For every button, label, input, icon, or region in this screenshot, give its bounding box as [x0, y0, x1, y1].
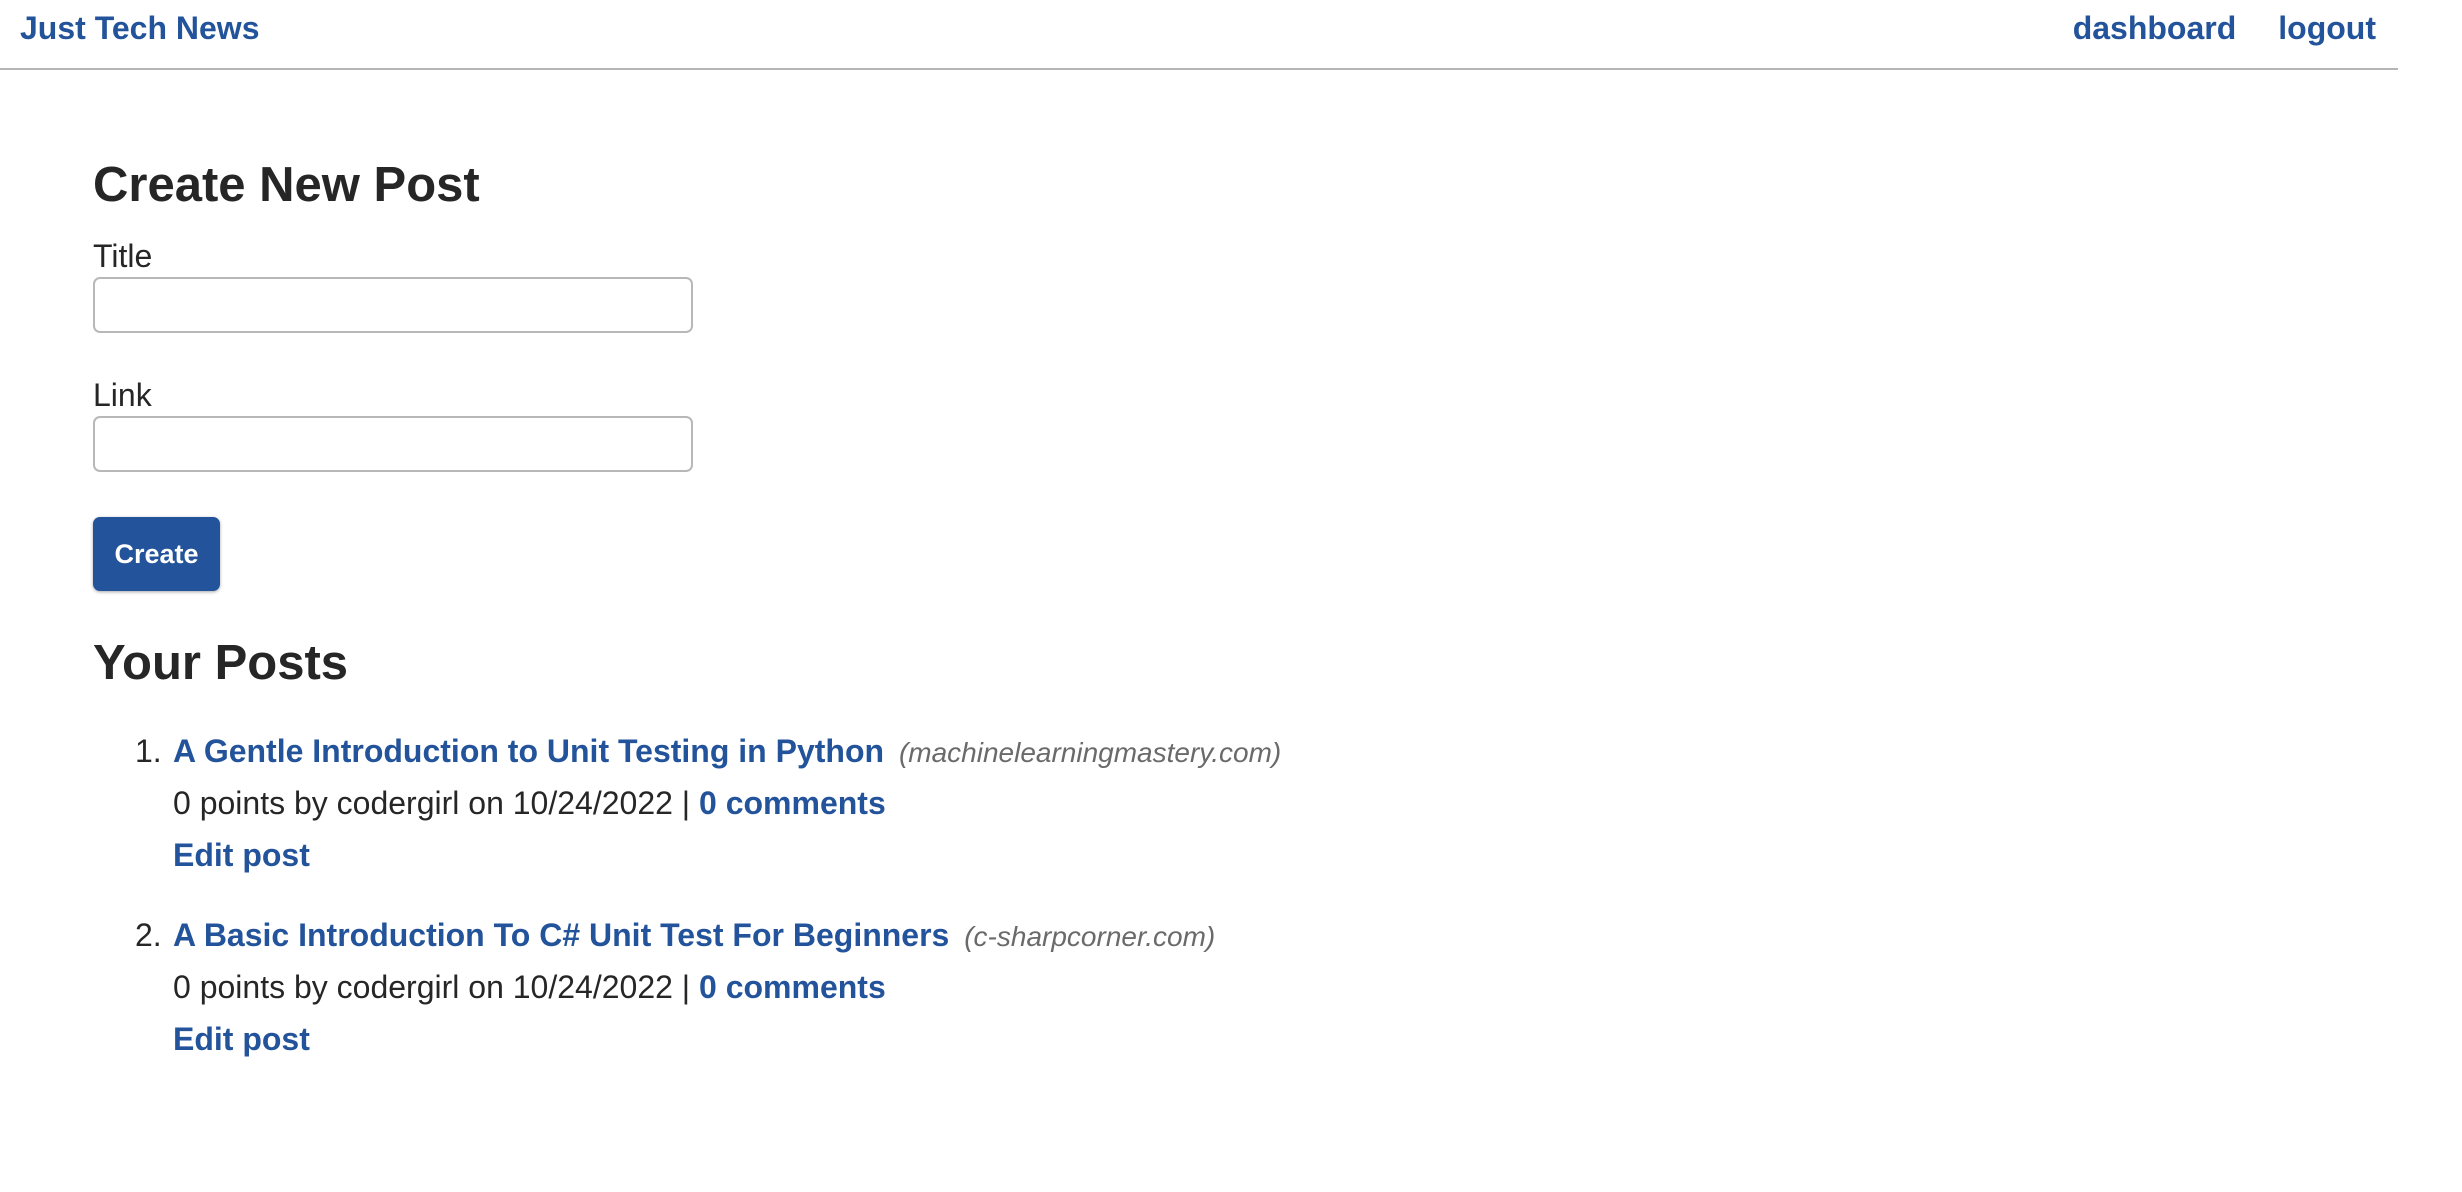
title-input[interactable] — [93, 277, 693, 333]
edit-post-link[interactable]: Edit post — [173, 1012, 310, 1066]
post-comments-link[interactable]: 0 comments — [699, 785, 886, 821]
post-title-link[interactable]: A Basic Introduction To C# Unit Test For… — [173, 917, 949, 953]
post-meta-text: 0 points by codergirl on 10/24/2022 | — [173, 969, 691, 1005]
post-title-line: A Basic Introduction To C# Unit Test For… — [173, 910, 1593, 962]
brand-link[interactable]: Just Tech News — [20, 8, 259, 48]
link-label: Link — [93, 377, 152, 413]
post-domain: (c-sharpcorner.com) — [964, 921, 1216, 952]
create-post-section: Create New Post Title Link Create — [93, 150, 1593, 591]
your-posts-section: Your Posts 1. A Gentle Introduction to U… — [93, 628, 1593, 1066]
post-meta: 0 points by codergirl on 10/24/2022 | 0 … — [173, 962, 1593, 1012]
post-list: 1. A Gentle Introduction to Unit Testing… — [93, 726, 1593, 1066]
create-button[interactable]: Create — [93, 517, 220, 591]
nav-logout-link[interactable]: logout — [2278, 8, 2376, 48]
create-post-heading: Create New Post — [93, 158, 480, 212]
post-item: 1. A Gentle Introduction to Unit Testing… — [93, 726, 1593, 882]
main-content: Create New Post Title Link Create Your P… — [93, 150, 1593, 1066]
post-meta-text: 0 points by codergirl on 10/24/2022 | — [173, 785, 691, 821]
post-domain: (machinelearningmastery.com) — [898, 737, 1282, 768]
top-nav: dashboard logout — [2073, 8, 2376, 48]
create-post-form: Title Link Create — [93, 237, 1593, 591]
post-number: 2. — [135, 917, 162, 953]
your-posts-heading: Your Posts — [93, 636, 349, 690]
site-header: Just Tech News dashboard logout — [0, 0, 2398, 70]
edit-post-link[interactable]: Edit post — [173, 828, 310, 882]
title-label: Title — [93, 238, 153, 274]
post-title-link[interactable]: A Gentle Introduction to Unit Testing in… — [173, 733, 884, 769]
post-item: 2. A Basic Introduction To C# Unit Test … — [93, 910, 1593, 1066]
post-title-line: A Gentle Introduction to Unit Testing in… — [173, 726, 1593, 778]
post-number: 1. — [135, 733, 162, 769]
link-input[interactable] — [93, 416, 693, 472]
post-comments-link[interactable]: 0 comments — [699, 969, 886, 1005]
post-meta: 0 points by codergirl on 10/24/2022 | 0 … — [173, 778, 1593, 828]
nav-dashboard-link[interactable]: dashboard — [2073, 8, 2237, 48]
